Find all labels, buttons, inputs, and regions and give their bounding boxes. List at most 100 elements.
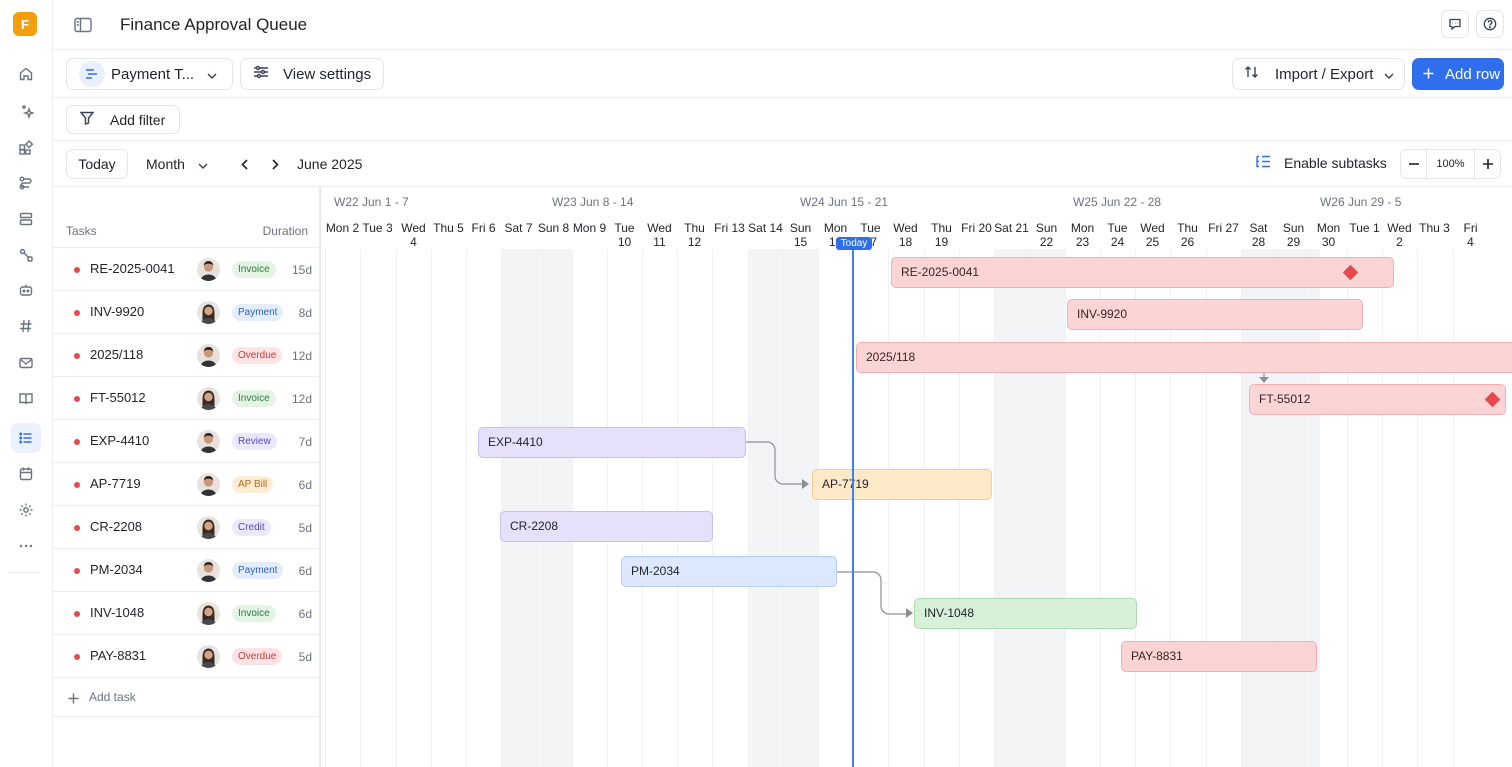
day-label-line2: 11 (653, 235, 666, 249)
zoom-out-icon[interactable] (1401, 150, 1427, 178)
assignee-avatar[interactable] (197, 430, 220, 453)
view-select[interactable]: Payment T... (66, 58, 233, 90)
assignee-avatar[interactable] (197, 559, 220, 582)
day-label-line1: Sun (1035, 221, 1058, 235)
today-button[interactable]: Today (66, 149, 128, 179)
integration-icon[interactable] (11, 240, 41, 270)
layout-icon[interactable] (11, 204, 41, 234)
gantt-bar[interactable]: 2025/118 (856, 342, 1512, 373)
day-label: Mon 9 (572, 215, 607, 249)
assignee-avatar[interactable] (197, 602, 220, 625)
task-row[interactable]: AP-7719 AP Bill 6d (53, 462, 319, 505)
task-duration: 15d (291, 263, 312, 277)
settings-icon[interactable] (11, 495, 41, 525)
assignee-avatar[interactable] (197, 473, 220, 496)
gantt-bar[interactable]: PM-2034 (621, 556, 837, 587)
task-row[interactable]: EXP-4410 Review 7d (53, 419, 319, 462)
grid-line (924, 249, 925, 767)
chevron-left-icon[interactable] (235, 155, 253, 173)
apps-icon[interactable] (11, 133, 41, 163)
grid-line (959, 249, 960, 767)
gantt-bar[interactable]: RE-2025-0041 (891, 257, 1394, 288)
mail-icon[interactable] (11, 348, 41, 378)
day-label-line1: Tue (614, 221, 635, 235)
import-export-button[interactable]: Import / Export (1232, 58, 1405, 90)
timeline-nav: Today Month June 2025 Enable subtasks 10… (53, 141, 1512, 187)
task-row[interactable]: 2025/118 Overdue 12d (53, 333, 319, 376)
flow-icon[interactable] (11, 168, 41, 198)
day-label-line2: 22 (1039, 235, 1054, 249)
task-row[interactable]: RE-2025-0041 Invoice 15d (53, 247, 319, 290)
calendar-icon[interactable] (11, 459, 41, 489)
assignee-avatar[interactable] (197, 645, 220, 668)
hash-icon[interactable] (11, 311, 41, 341)
gantt-bar-label: PAY-8831 (1131, 649, 1183, 663)
task-name: INV-9920 (90, 304, 145, 319)
task-row[interactable]: CR-2208 Credit 5d (53, 505, 319, 548)
day-label: Mon 23 (1065, 215, 1100, 249)
gantt-bar[interactable]: AP-7719 (812, 469, 992, 500)
gantt-bar[interactable]: INV-1048 (914, 598, 1137, 629)
view-settings-button[interactable]: View settings (240, 58, 384, 90)
add-task-button[interactable]: Add task (53, 677, 319, 717)
workspace-logo[interactable]: F (13, 12, 37, 36)
grid-line (1382, 249, 1383, 767)
day-label-line2: 24 (1110, 235, 1125, 249)
gantt-bar[interactable]: CR-2208 (500, 511, 713, 542)
gantt-bar[interactable]: PAY-8831 (1121, 641, 1317, 672)
gantt-bar-label: EXP-4410 (488, 435, 543, 449)
add-filter-button[interactable]: Add filter (66, 105, 180, 134)
task-duration: 5d (298, 650, 312, 664)
view-toolbar: Payment T... View settings Import / Expo… (53, 50, 1512, 98)
assignee-avatar[interactable] (197, 258, 220, 281)
sparkle-icon[interactable] (11, 96, 41, 126)
day-label-line1: Fri 27 (1208, 221, 1239, 235)
day-label-line1: Wed (1140, 221, 1165, 235)
assignee-avatar[interactable] (197, 387, 220, 410)
gantt-bar-label: INV-1048 (924, 606, 975, 620)
scale-select[interactable]: Month (135, 149, 215, 179)
status-dot (74, 611, 80, 617)
day-label-line2: 23 (1075, 235, 1090, 249)
task-row[interactable]: PM-2034 Payment 6d (53, 548, 319, 591)
chat-icon[interactable] (1441, 10, 1469, 38)
day-label-line1: Thu (684, 221, 705, 235)
task-row[interactable]: INV-9920 Payment 8d (53, 290, 319, 333)
sort-arrows-icon (1244, 65, 1260, 83)
panel-divider (320, 187, 321, 767)
status-dot (74, 267, 80, 273)
day-label-line1: Mon 2 (325, 221, 360, 235)
gantt-bar[interactable]: INV-9920 (1067, 299, 1363, 330)
task-row[interactable]: INV-1048 Invoice 6d (53, 591, 319, 634)
more-icon[interactable] (11, 531, 41, 561)
bot-icon[interactable] (11, 275, 41, 305)
task-row[interactable]: FT-55012 Invoice 12d (53, 376, 319, 419)
day-label: Sun 29 (1276, 215, 1311, 249)
grid-line (712, 249, 713, 767)
gantt-bar[interactable]: EXP-4410 (478, 427, 746, 458)
help-icon[interactable] (1476, 10, 1504, 38)
book-icon[interactable] (11, 384, 41, 414)
assignee-avatar[interactable] (197, 301, 220, 324)
week-label: W26 Jun 29 - 5 (1320, 195, 1402, 209)
assignee-avatar[interactable] (197, 344, 220, 367)
day-label-line2: 15 (793, 235, 808, 249)
enable-subtasks-toggle[interactable]: Enable subtasks (1256, 155, 1387, 171)
assignee-avatar[interactable] (197, 516, 220, 539)
grid-line (607, 249, 608, 767)
day-label-line2: 10 (617, 235, 632, 249)
day-label: Wed 18 (888, 215, 923, 249)
zoom-in-icon[interactable] (1474, 150, 1500, 178)
today-button-label: Today (78, 156, 116, 172)
gantt-bar[interactable]: FT-55012 (1249, 384, 1506, 415)
today-line (852, 249, 854, 767)
day-label: Tue 3 (360, 215, 395, 249)
day-label-line1: Tue (1107, 221, 1128, 235)
list-icon[interactable] (11, 423, 41, 453)
sidebar-toggle-icon[interactable] (71, 13, 95, 37)
task-row[interactable]: PAY-8831 Overdue 5d (53, 634, 319, 677)
chevron-right-icon[interactable] (266, 155, 284, 173)
home-icon[interactable] (11, 59, 41, 89)
gantt-bar-label: INV-9920 (1077, 307, 1128, 321)
add-row-button[interactable]: Add row (1412, 58, 1504, 90)
